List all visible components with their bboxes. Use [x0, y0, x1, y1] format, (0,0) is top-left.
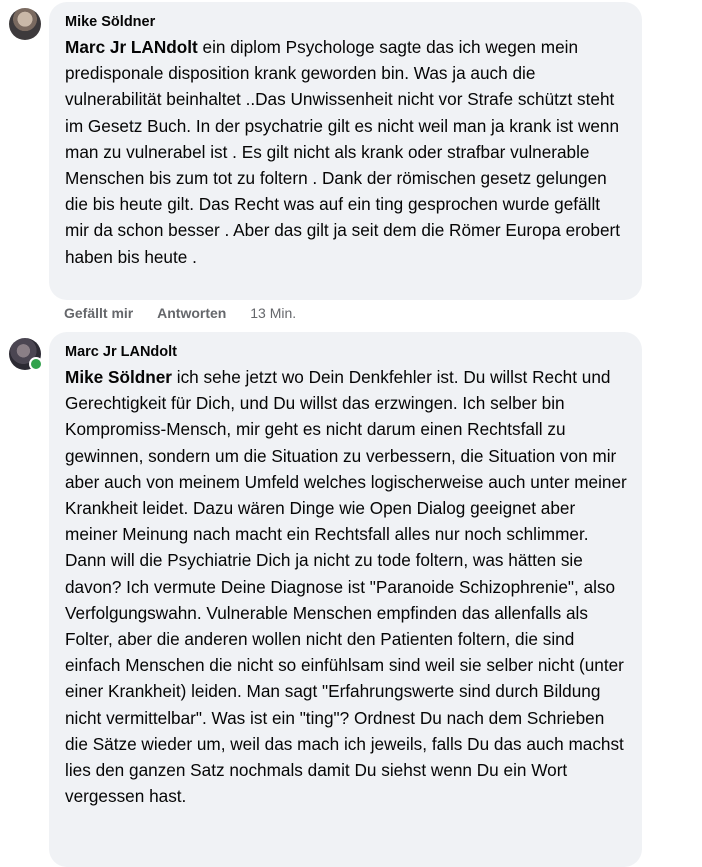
comment-body: ich sehe jetzt wo Dein Denkfehler ist. D…: [65, 367, 627, 807]
avatar[interactable]: [9, 8, 41, 40]
comment-text: Mike Söldner ich sehe jetzt wo Dein Denk…: [65, 364, 628, 809]
reply-button[interactable]: Antworten: [157, 305, 226, 321]
online-status-indicator: [29, 357, 43, 371]
comment-bubble: Marc Jr LANdolt Mike Söldner ich sehe je…: [49, 332, 642, 867]
comment-text: Marc Jr LANdolt ein diplom Psychologe sa…: [65, 34, 628, 270]
like-button[interactable]: Gefällt mir: [64, 305, 133, 321]
comment-body: ein diplom Psychologe sagte das ich wege…: [65, 37, 621, 267]
comment-author[interactable]: Mike Söldner: [65, 12, 628, 32]
mention-link[interactable]: Marc Jr LANdolt: [65, 37, 198, 57]
avatar[interactable]: [9, 338, 43, 371]
comment-author[interactable]: Marc Jr LANdolt: [65, 342, 628, 362]
comment-timestamp[interactable]: 13 Min.: [250, 305, 296, 321]
avatar-image: [9, 8, 41, 40]
comment-bubble: Mike Söldner Marc Jr LANdolt ein diplom …: [49, 2, 642, 300]
mention-link[interactable]: Mike Söldner: [65, 367, 172, 387]
comment-actions: Gefällt mir Antworten 13 Min.: [64, 305, 316, 321]
